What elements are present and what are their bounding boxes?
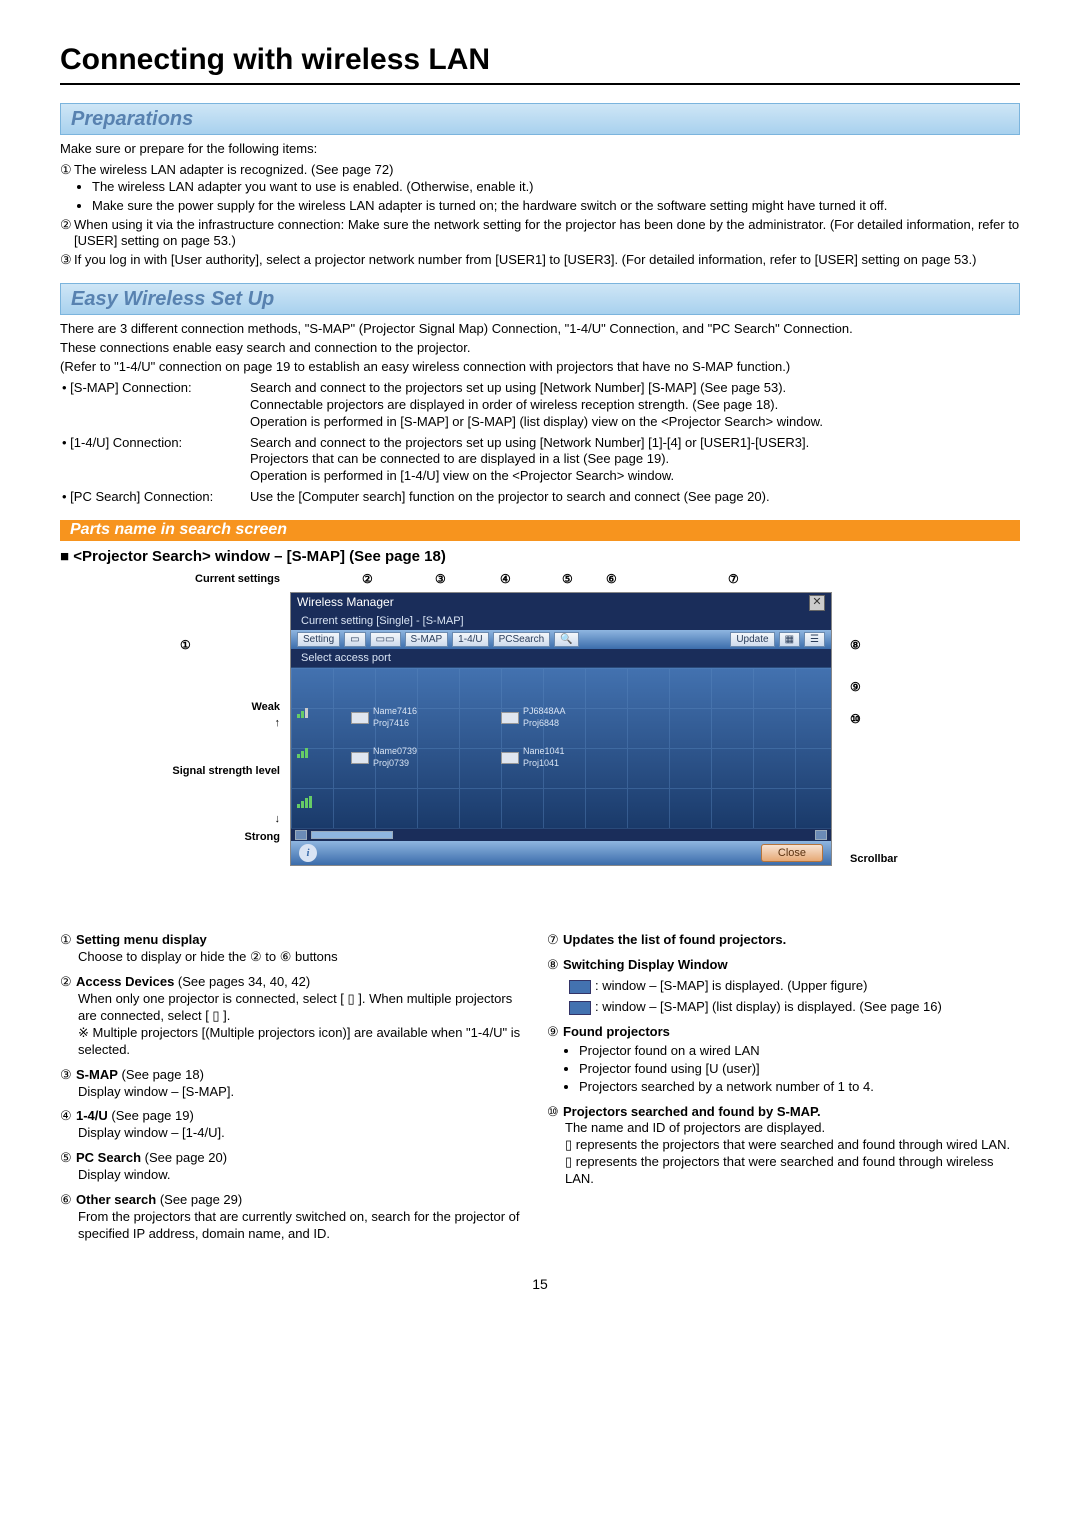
signal-map-grid: Name7416Proj7416 PJ6848AAProj6848 Name07…: [291, 667, 831, 829]
legend-item: ⑩Projectors searched and found by S-MAP.…: [547, 1104, 1020, 1188]
info-icon[interactable]: i: [299, 844, 317, 862]
label-signal-strength: Signal strength level: [130, 764, 280, 778]
connection-table: • [S-MAP] Connection:Search and connect …: [60, 378, 1020, 510]
callout-7: ⑦: [728, 572, 739, 588]
access-device-single-button[interactable]: ▭: [344, 632, 365, 647]
easy-p3: (Refer to "1-4/U" connection on page 19 …: [60, 359, 1020, 376]
projector-icon[interactable]: PJ6848AAProj6848: [501, 706, 566, 729]
callout-9: ⑨: [850, 680, 861, 696]
legend-item: ⑦Updates the list of found projectors.: [547, 932, 1020, 949]
easy-p2: These connections enable easy search and…: [60, 340, 1020, 357]
wm-bottom-bar: i Close: [291, 841, 831, 865]
list-item: ①The wireless LAN adapter is recognized.…: [60, 162, 1020, 215]
wm-titlebar: Wireless Manager ✕: [291, 593, 831, 613]
other-search-button[interactable]: 🔍: [554, 632, 578, 647]
preparations-intro: Make sure or prepare for the following i…: [60, 141, 1020, 158]
display-mode-icon: [569, 980, 591, 994]
legend-item: ⑧Switching Display Window: window – [S-M…: [547, 957, 1020, 1016]
callout-3: ③: [435, 572, 446, 588]
legend-columns: ①Setting menu displayChoose to display o…: [60, 932, 1020, 1250]
callout-10: ⑩: [850, 712, 861, 728]
display-map-button[interactable]: ▦: [779, 632, 800, 647]
projector-icon[interactable]: Name7416Proj7416: [351, 706, 417, 729]
preparations-list: ①The wireless LAN adapter is recognized.…: [60, 162, 1020, 269]
wm-current-setting: Current setting [Single] - [S-MAP]: [291, 613, 831, 629]
signal-bars-icon: [297, 796, 312, 808]
page-number: 15: [60, 1275, 1020, 1293]
smap-button[interactable]: S-MAP: [405, 632, 449, 647]
callout-1: ①: [180, 638, 191, 654]
callout-5: ⑤: [562, 572, 573, 588]
access-device-multi-button[interactable]: ▭▭: [370, 632, 401, 647]
label-weak: Weak: [130, 700, 280, 714]
legend-item: ⑤PC Search (See page 20)Display window.: [60, 1150, 533, 1184]
callout-8: ⑧: [850, 638, 861, 654]
setting-button[interactable]: Setting: [297, 632, 340, 647]
search-screen-diagram: ② ③ ④ ⑤ ⑥ ⑦ ① ⑧ ⑨ ⑩ Current settings Wea…: [130, 572, 950, 912]
pcsearch-button[interactable]: PCSearch: [493, 632, 551, 647]
label-current-settings: Current settings: [130, 572, 280, 586]
parts-subtitle: ■ <Projector Search> window – [S-MAP] (S…: [60, 547, 1020, 567]
14u-button[interactable]: 1-4/U: [452, 632, 488, 647]
legend-item: ②Access Devices (See pages 34, 40, 42)Wh…: [60, 974, 533, 1058]
wm-button-bar: Setting ▭ ▭▭ S-MAP 1-4/U PCSearch 🔍 Upda…: [291, 630, 831, 649]
arrow-up: ↑: [130, 716, 280, 730]
legend-item: ④1-4/U (See page 19)Display window – [1-…: [60, 1108, 533, 1142]
projector-icon[interactable]: Name0739Proj0739: [351, 746, 417, 769]
projector-icon[interactable]: Nane1041Proj1041: [501, 746, 565, 769]
list-item: ③If you log in with [User authority], se…: [60, 252, 1020, 269]
close-button[interactable]: Close: [761, 844, 823, 862]
callout-2: ②: [362, 572, 373, 588]
page-title: Connecting with wireless LAN: [60, 40, 1020, 85]
display-list-button[interactable]: ☰: [804, 632, 825, 647]
wm-access-port: Select access port: [291, 649, 831, 667]
parts-heading: Parts name in search screen: [60, 520, 1020, 541]
legend-item: ③S-MAP (See page 18)Display window – [S-…: [60, 1067, 533, 1101]
legend-item: ⑥Other search (See page 29)From the proj…: [60, 1192, 533, 1243]
preparations-heading: Preparations: [60, 103, 1020, 135]
close-icon[interactable]: ✕: [809, 595, 825, 611]
callout-4: ④: [500, 572, 511, 588]
wm-title-text: Wireless Manager: [297, 595, 394, 611]
arrow-down: ↓: [130, 812, 280, 826]
signal-bars-icon: [297, 706, 308, 718]
label-strong: Strong: [130, 830, 280, 844]
legend-item: ①Setting menu displayChoose to display o…: [60, 932, 533, 966]
legend-item: ⑨Found projectorsProjector found on a wi…: [547, 1024, 1020, 1096]
wireless-manager-window: Wireless Manager ✕ Current setting [Sing…: [290, 592, 832, 866]
callout-6: ⑥: [606, 572, 617, 588]
list-item: ②When using it via the infrastructure co…: [60, 217, 1020, 251]
update-button[interactable]: Update: [730, 632, 774, 647]
scrollbar-track[interactable]: [291, 829, 831, 841]
label-scrollbar: Scrollbar: [850, 852, 898, 866]
display-mode-icon: [569, 1001, 591, 1015]
easy-heading: Easy Wireless Set Up: [60, 283, 1020, 315]
signal-bars-icon: [297, 746, 308, 758]
easy-p1: There are 3 different connection methods…: [60, 321, 1020, 338]
